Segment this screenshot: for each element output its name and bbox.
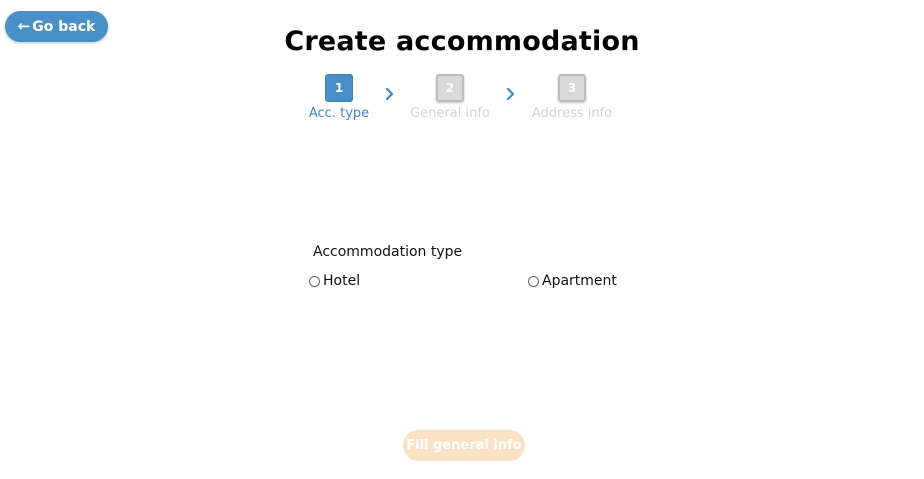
radio-circle[interactable] — [528, 275, 539, 287]
step-address-info: 3 Address info — [531, 74, 613, 121]
chevron-right-icon — [506, 87, 515, 101]
step-general-info: 2 General info — [410, 74, 490, 121]
accommodation-type-label: Accommodation type — [313, 244, 463, 260]
radio-circle[interactable] — [309, 275, 320, 287]
step-number-badge: 1 — [325, 74, 353, 102]
page-title: Create accommodation — [284, 26, 640, 57]
step-number-badge: 3 — [558, 74, 586, 102]
chevron-right-icon — [385, 87, 394, 101]
radio-hotel[interactable]: Hotel — [309, 273, 360, 289]
step-number-badge: 2 — [436, 74, 464, 102]
radio-hotel-label: Hotel — [323, 273, 361, 289]
radio-apartment-label: Apartment — [542, 273, 617, 289]
create-accommodation-page: ← Go back Create accommodation 1 Acc. ty… — [0, 0, 924, 479]
step-label: Address info — [531, 106, 613, 121]
step-acc-type: 1 Acc. type — [309, 74, 369, 121]
step-label: Acc. type — [308, 106, 370, 121]
radio-apartment[interactable]: Apartment — [528, 273, 617, 289]
step-label: General info — [410, 106, 490, 121]
fill-general-info-button[interactable]: Fill general info — [403, 430, 525, 461]
